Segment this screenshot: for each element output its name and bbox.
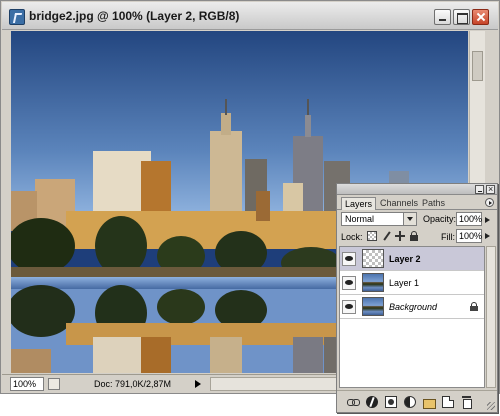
- opacity-slider-arrow-icon[interactable]: [485, 217, 490, 223]
- layer-name: Layer 2: [389, 254, 421, 264]
- palette-bottom-bar: [337, 390, 497, 412]
- layer-thumbnail: [362, 297, 384, 316]
- layer-name: Background: [389, 302, 438, 312]
- palette-menu-icon[interactable]: [485, 198, 494, 207]
- zoom-field[interactable]: 100%: [10, 377, 44, 391]
- palette-titlebar[interactable]: [337, 183, 497, 195]
- document-titlebar[interactable]: bridge2.jpg @ 100% (Layer 2, RGB/8): [2, 2, 498, 30]
- delete-layer-trash-icon[interactable]: [461, 396, 473, 409]
- opacity-label: Opacity:: [423, 214, 457, 224]
- visibility-eye-icon[interactable]: [342, 300, 356, 314]
- minimize-button[interactable]: [434, 9, 451, 25]
- visibility-eye-icon[interactable]: [342, 252, 356, 266]
- layers-list: Layer 2 Layer 1 Background: [339, 246, 485, 388]
- photoshop-doc-icon: [9, 9, 25, 25]
- chevron-down-icon[interactable]: [403, 213, 416, 225]
- add-mask-icon[interactable]: [385, 396, 397, 408]
- lock-row: Lock: Fill: 100%: [337, 229, 497, 245]
- lock-label: Lock:: [341, 232, 363, 242]
- layer-style-fx-icon[interactable]: [366, 396, 378, 408]
- lock-all-icon[interactable]: [409, 231, 419, 241]
- tab-layers[interactable]: Layers: [341, 197, 377, 210]
- blend-mode-value: Normal: [345, 214, 375, 224]
- fill-field[interactable]: 100%: [456, 229, 482, 243]
- visibility-eye-icon[interactable]: [342, 276, 356, 290]
- lock-pixels-icon[interactable]: [382, 231, 392, 241]
- layer-lock-icon: [470, 302, 478, 311]
- palette-tabs: Layers Channels Paths: [337, 196, 497, 210]
- doc-size-readout: Doc: 791,0K/2,87M: [94, 379, 172, 389]
- opacity-field[interactable]: 100%: [456, 212, 482, 226]
- document-title: bridge2.jpg @ 100% (Layer 2, RGB/8): [29, 9, 240, 23]
- tab-paths[interactable]: Paths: [419, 197, 448, 210]
- layer-thumbnail: [362, 249, 384, 268]
- layer-row-layer-2[interactable]: Layer 2: [340, 247, 484, 271]
- tab-channels[interactable]: Channels: [377, 197, 421, 210]
- status-info-icon[interactable]: [48, 378, 60, 390]
- lock-transparency-icon[interactable]: [367, 231, 377, 241]
- adjustment-layer-icon[interactable]: [404, 396, 416, 408]
- layer-row-layer-1[interactable]: Layer 1: [340, 271, 484, 295]
- maximize-button[interactable]: [453, 9, 470, 25]
- horizontal-scrollbar[interactable]: [210, 377, 338, 391]
- fill-slider-arrow-icon[interactable]: [485, 233, 490, 239]
- new-group-folder-icon[interactable]: [423, 396, 436, 409]
- palette-close-button[interactable]: [486, 183, 495, 195]
- close-button[interactable]: [472, 9, 489, 25]
- link-layers-icon[interactable]: [347, 396, 360, 408]
- layers-scrollbar[interactable]: [486, 246, 496, 388]
- fill-label: Fill:: [441, 232, 455, 242]
- resize-grip-icon[interactable]: [487, 402, 495, 410]
- palette-minimize-button[interactable]: [475, 185, 484, 194]
- layer-thumbnail: [362, 273, 384, 292]
- lock-position-icon[interactable]: [395, 231, 405, 241]
- layer-row-background[interactable]: Background: [340, 295, 484, 319]
- vertical-scroll-thumb[interactable]: [472, 51, 483, 81]
- new-layer-icon[interactable]: [442, 396, 454, 408]
- blend-mode-select[interactable]: Normal: [341, 212, 417, 226]
- status-menu-arrow-icon[interactable]: [195, 380, 201, 388]
- layer-name: Layer 1: [389, 278, 420, 288]
- layers-palette: Layers Channels Paths Normal Opacity: 10…: [336, 183, 498, 413]
